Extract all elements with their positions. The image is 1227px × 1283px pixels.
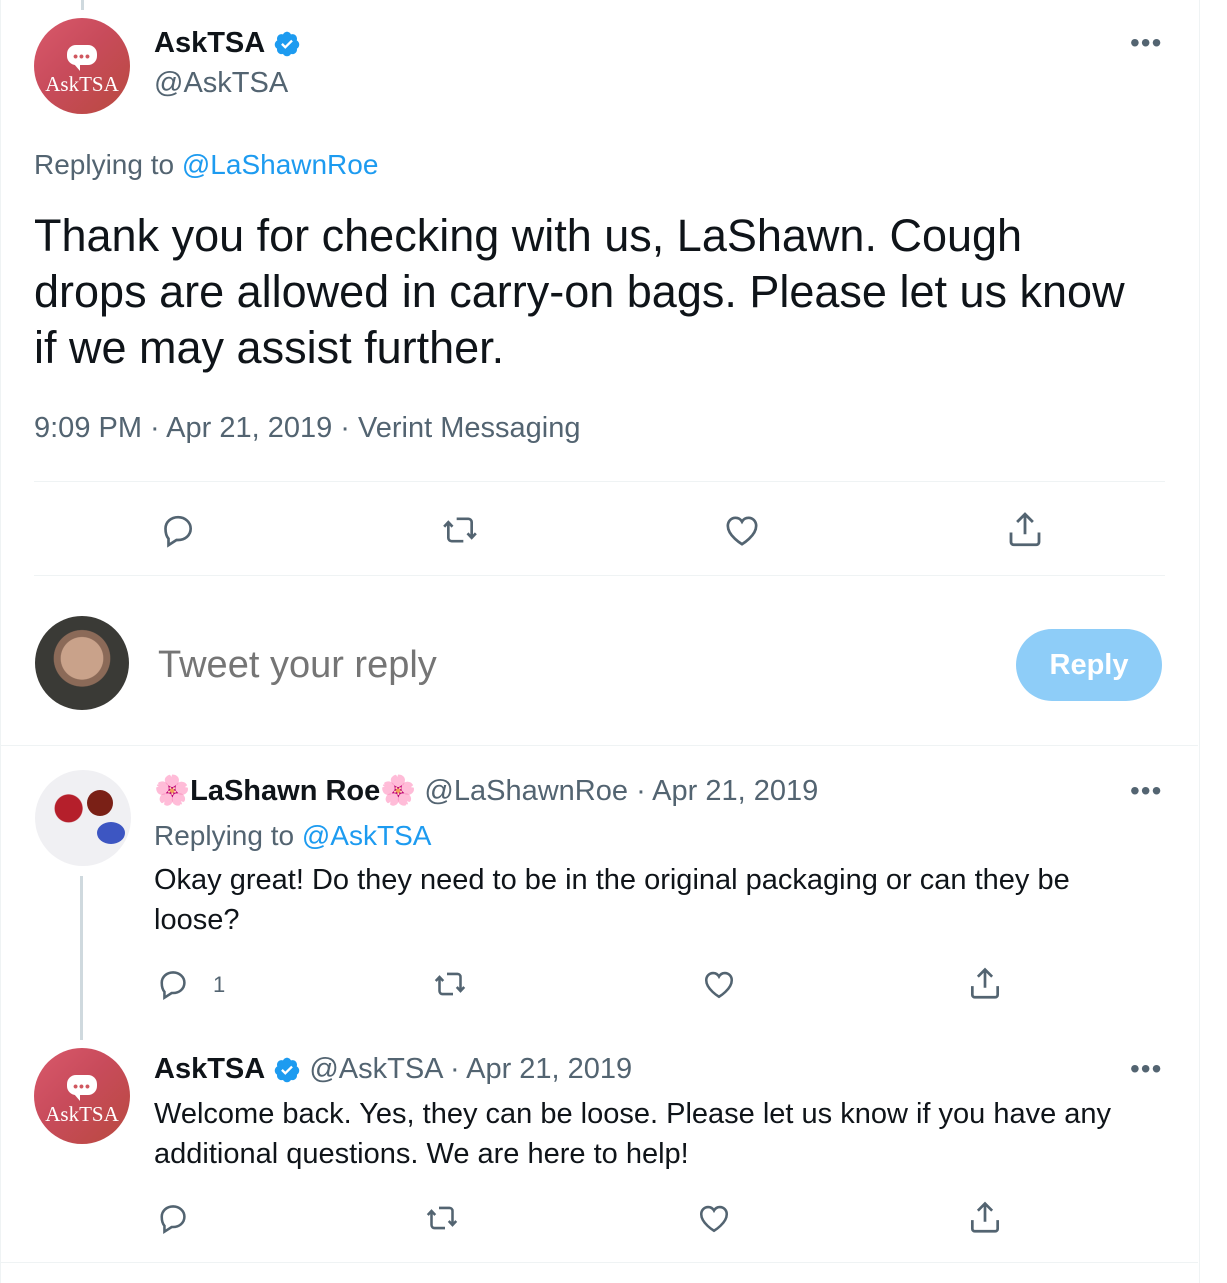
tweet-timestamp[interactable]: 9:09 PM · Apr 21, 2019 · Verint Messagin…: [34, 410, 580, 446]
tweet-reply-input[interactable]: [158, 640, 958, 690]
thread-line: [80, 876, 83, 1040]
author-name[interactable]: AskTSA: [154, 1053, 265, 1085]
author-handle[interactable]: @AskTSA: [309, 1053, 442, 1085]
more-icon[interactable]: •••: [1130, 1055, 1162, 1083]
reply-date[interactable]: · Apr 21, 2019: [450, 1053, 632, 1085]
like-icon[interactable]: [700, 966, 738, 1002]
replying-to-link[interactable]: @AskTSA: [302, 820, 432, 851]
divider: [0, 1262, 1198, 1263]
replying-prefix: Replying to: [154, 820, 295, 851]
retweet-icon[interactable]: [438, 510, 482, 550]
author-row: AskTSA: [154, 25, 301, 61]
divider: [34, 575, 1165, 576]
replying-prefix: Replying to: [34, 149, 175, 180]
reply-header: AskTSA @AskTSA · Apr 21, 2019: [154, 1051, 632, 1087]
reply-count: 1: [213, 972, 226, 997]
verified-badge-icon: [275, 32, 300, 57]
tweet-text-line: Thank you for checking with us, LaShawn.…: [34, 210, 1023, 261]
more-icon[interactable]: •••: [1130, 777, 1162, 805]
reply-text-line: Welcome back. Yes, they can be loose. Pl…: [154, 1098, 1112, 1130]
tweet-text: Thank you for checking with us, LaShawn.…: [34, 208, 1174, 376]
replying-to-link[interactable]: @LaShawnRoe: [182, 149, 379, 180]
reply-icon[interactable]: [158, 510, 198, 550]
author-name[interactable]: AskTSA: [154, 27, 265, 59]
author-handle[interactable]: @AskTSA: [154, 65, 288, 101]
chat-dots-icon: •••: [73, 1077, 91, 1094]
asktsa-avatar[interactable]: ••• AskTSA: [34, 1048, 130, 1144]
retweet-icon[interactable]: [430, 966, 470, 1002]
asktsa-avatar[interactable]: ••• AskTSA: [34, 18, 130, 114]
reply-header: 🌸LaShawn Roe🌸 @LaShawnRoe · Apr 21, 2019: [154, 773, 818, 809]
chat-dots-icon: •••: [73, 47, 91, 64]
lashawn-avatar[interactable]: [35, 770, 131, 866]
reply-text-line: loose?: [154, 904, 240, 936]
share-icon[interactable]: [966, 964, 1004, 1002]
thread-line-top: [81, 0, 84, 10]
reply-icon[interactable]: [155, 966, 191, 1002]
avatar-text: AskTSA: [45, 1101, 119, 1126]
current-user-avatar[interactable]: [35, 616, 129, 710]
reply-icon[interactable]: [155, 1200, 191, 1236]
reply-button[interactable]: Reply: [1016, 629, 1162, 701]
divider: [0, 745, 1198, 746]
author-handle[interactable]: @LaShawnRoe: [424, 775, 628, 807]
avatar-text: AskTSA: [45, 71, 119, 96]
tweet-text-line: drops are allowed in carry-on bags. Plea…: [34, 266, 1125, 317]
author-name[interactable]: 🌸LaShawn Roe🌸: [154, 775, 416, 807]
share-icon[interactable]: [966, 1198, 1004, 1236]
reply-text-line: Okay great! Do they need to be in the or…: [154, 864, 1070, 896]
reply-text-line: additional questions. We are here to hel…: [154, 1138, 689, 1170]
divider: [34, 481, 1165, 482]
like-icon[interactable]: [721, 510, 763, 550]
share-icon[interactable]: [1004, 508, 1046, 550]
tweet-text-line: if we may assist further.: [34, 322, 505, 373]
retweet-icon[interactable]: [422, 1200, 462, 1236]
reply-text: Welcome back. Yes, they can be loose. Pl…: [154, 1094, 1164, 1174]
verified-badge-icon: [275, 1058, 300, 1083]
replying-to-line: Replying to @AskTSA: [154, 818, 431, 854]
like-icon[interactable]: [695, 1200, 733, 1236]
more-icon[interactable]: •••: [1130, 29, 1162, 57]
replying-to-line: Replying to @LaShawnRoe: [34, 147, 378, 183]
reply-date[interactable]: · Apr 21, 2019: [636, 775, 818, 807]
reply-text: Okay great! Do they need to be in the or…: [154, 860, 1164, 940]
